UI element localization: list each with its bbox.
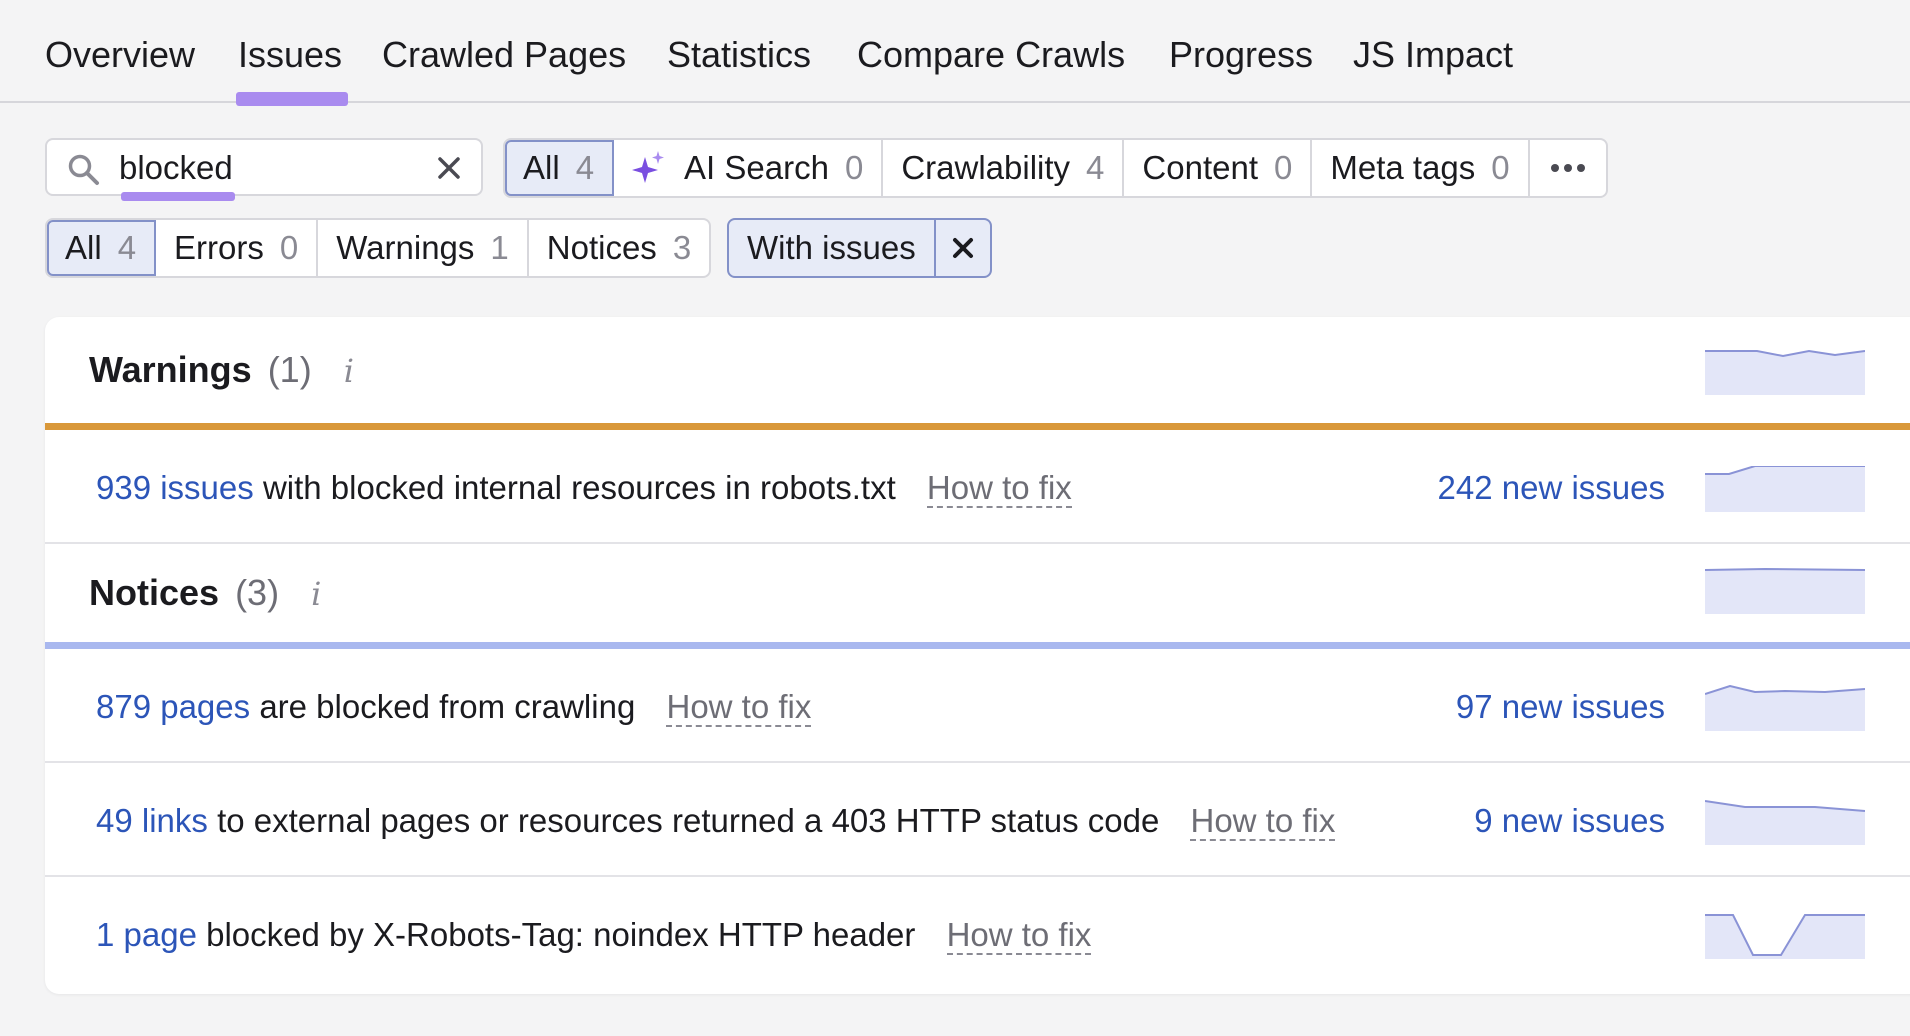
issue-count-link[interactable]: 939 issues <box>96 469 254 506</box>
severity-notices-count: 3 <box>672 229 692 266</box>
issue-trend-sparkline[interactable] <box>1705 466 1865 512</box>
tab-statistics[interactable]: Statistics <box>667 32 811 78</box>
severity-warnings[interactable]: Warnings 1 <box>318 220 529 276</box>
new-issues-link[interactable]: 242 new issues <box>1438 469 1665 507</box>
tab-compare-crawls[interactable]: Compare Crawls <box>857 32 1125 78</box>
with-issues-label: With issues <box>747 229 916 266</box>
warnings-severity-bar <box>45 423 1910 430</box>
issue-text: with blocked internal resources in robot… <box>262 469 896 506</box>
issue-text: are blocked from crawling <box>259 688 636 725</box>
issue-trend-sparkline[interactable] <box>1705 799 1865 845</box>
issue-row: 879 pages are blocked from crawling How … <box>45 649 1910 763</box>
category-crawlability-label: Crawlability <box>901 149 1071 186</box>
category-content[interactable]: Content 0 <box>1124 140 1313 196</box>
notices-count: (3) <box>235 572 280 613</box>
category-meta-tags[interactable]: Meta tags 0 <box>1312 140 1530 196</box>
with-issues-filter-chip[interactable]: With issues <box>727 218 992 278</box>
tab-progress[interactable]: Progress <box>1169 32 1313 78</box>
notices-heading: Notices <box>89 572 220 613</box>
clear-search-icon[interactable] <box>435 154 463 182</box>
severity-all-label: All <box>65 229 102 266</box>
severity-filter: All 4 Errors 0 Warnings 1 Notices 3 <box>45 218 712 278</box>
category-crawlability[interactable]: Crawlability 4 <box>883 140 1125 196</box>
tab-overview[interactable]: Overview <box>45 32 195 78</box>
severity-all[interactable]: All 4 <box>47 220 157 276</box>
severity-warnings-label: Warnings <box>336 229 475 266</box>
issue-description: 49 links to external pages or resources … <box>96 802 1336 841</box>
search-value: blocked <box>119 149 233 186</box>
top-tab-bar: Overview Issues Crawled Pages Statistics… <box>0 0 1910 106</box>
notices-trend-sparkline[interactable] <box>1705 568 1865 614</box>
notices-section-header: Notices (3) i <box>45 544 1910 642</box>
info-icon[interactable]: i <box>311 575 321 613</box>
category-ai-search-label: AI Search <box>684 149 829 186</box>
issues-card: Warnings (1) i 939 issues with blocked i… <box>45 317 1910 994</box>
more-dots-icon <box>1550 164 1585 172</box>
issue-count-link[interactable]: 49 links <box>96 802 208 839</box>
tab-issues[interactable]: Issues <box>235 32 349 106</box>
how-to-fix-link[interactable]: How to fix <box>926 469 1072 508</box>
search-icon <box>68 154 99 185</box>
severity-errors-count: 0 <box>279 229 299 266</box>
category-content-count: 0 <box>1274 149 1293 186</box>
warnings-trend-sparkline[interactable] <box>1705 349 1865 395</box>
severity-all-count: 4 <box>117 229 137 266</box>
category-ai-search[interactable]: AI Search 0 <box>614 140 884 196</box>
category-ai-search-count: 0 <box>844 149 864 186</box>
severity-notices[interactable]: Notices 3 <box>529 220 709 276</box>
category-all-label: All <box>523 149 560 186</box>
search-input[interactable]: blocked <box>45 138 483 201</box>
new-issues-link[interactable]: 97 new issues <box>1456 688 1665 726</box>
issue-row: 939 issues with blocked internal resourc… <box>45 430 1910 544</box>
how-to-fix-link[interactable]: How to fix <box>666 688 812 727</box>
warnings-title: Warnings (1) i <box>89 349 354 391</box>
severity-warnings-count: 1 <box>490 229 509 266</box>
severity-errors-label: Errors <box>174 229 264 266</box>
notices-severity-bar <box>45 642 1910 649</box>
issue-description: 879 pages are blocked from crawling How … <box>96 688 812 727</box>
info-icon[interactable]: i <box>344 352 354 390</box>
more-categories-button[interactable] <box>1530 140 1606 196</box>
issue-trend-sparkline[interactable] <box>1705 913 1865 959</box>
new-issues-link[interactable]: 9 new issues <box>1474 802 1665 840</box>
warnings-section-header: Warnings (1) i <box>45 317 1910 423</box>
notices-title: Notices (3) i <box>89 572 321 614</box>
category-all[interactable]: All 4 <box>505 140 615 196</box>
remove-filter-button[interactable] <box>933 220 990 276</box>
tab-js-impact[interactable]: JS Impact <box>1353 32 1513 78</box>
close-icon <box>952 238 973 258</box>
issue-row: 49 links to external pages or resources … <box>45 763 1910 877</box>
category-content-label: Content <box>1142 149 1258 186</box>
sparkle-icon <box>632 151 665 183</box>
category-meta-tags-label: Meta tags <box>1330 149 1476 186</box>
issue-row: 1 page blocked by X-Robots-Tag: noindex … <box>45 877 1910 989</box>
issue-count-link[interactable]: 879 pages <box>96 688 250 725</box>
warnings-count: (1) <box>267 349 312 390</box>
issue-text: blocked by X-Robots-Tag: noindex HTTP he… <box>206 916 916 953</box>
severity-notices-label: Notices <box>546 229 657 266</box>
issue-description: 939 issues with blocked internal resourc… <box>96 469 1072 508</box>
how-to-fix-link[interactable]: How to fix <box>946 916 1092 955</box>
issue-text: to external pages or resources returned … <box>217 802 1160 839</box>
severity-errors[interactable]: Errors 0 <box>156 220 319 276</box>
how-to-fix-link[interactable]: How to fix <box>1190 802 1336 841</box>
category-all-count: 4 <box>575 149 595 186</box>
warnings-heading: Warnings <box>89 349 252 390</box>
issue-trend-sparkline[interactable] <box>1705 685 1865 731</box>
category-crawlability-count: 4 <box>1086 149 1105 186</box>
issue-count-link[interactable]: 1 page <box>96 916 197 953</box>
issue-description: 1 page blocked by X-Robots-Tag: noindex … <box>96 916 1092 955</box>
search-highlight <box>121 192 235 201</box>
category-meta-tags-count: 0 <box>1491 149 1510 186</box>
category-filter: All 4 AI Search 0 Crawlability 4 Content… <box>503 138 1608 198</box>
tab-crawled-pages[interactable]: Crawled Pages <box>382 32 626 78</box>
